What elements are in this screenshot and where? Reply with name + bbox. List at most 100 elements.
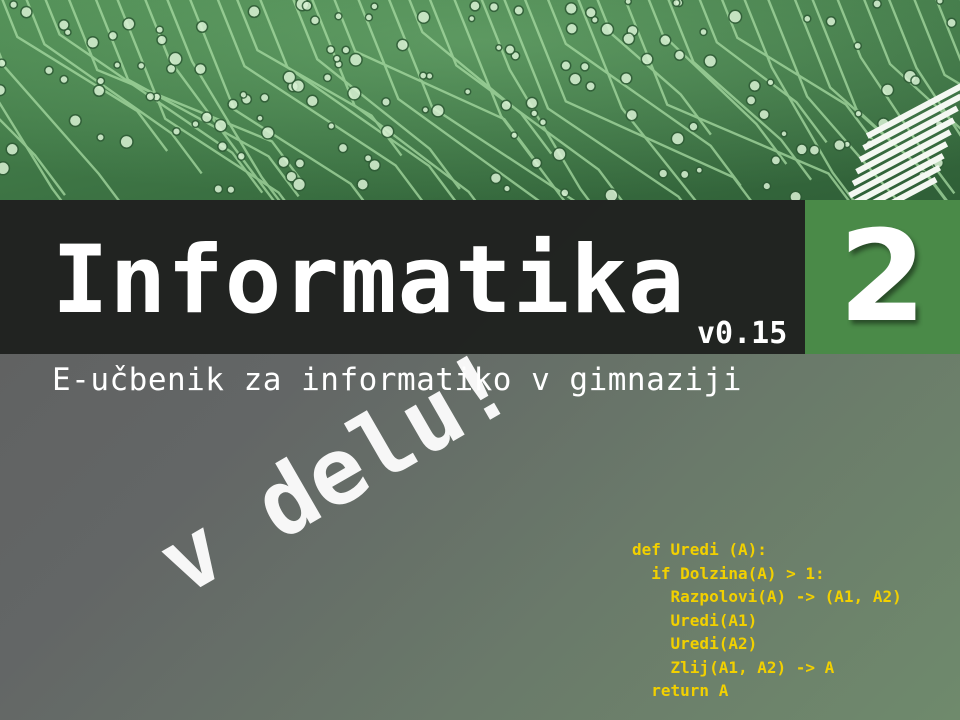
circuit-pad [584,6,597,19]
circuit-pad [256,114,264,122]
circuit-pad [560,60,572,72]
circuit-pad [745,95,757,106]
circuit-pad [672,0,681,8]
circuit-pad [579,61,590,72]
circuit-pad [625,108,639,122]
code-line: Uredi(A2) [632,634,758,653]
circuit-pad [86,35,100,50]
circuit-pad [119,134,134,149]
circuit-pad [92,84,106,98]
circuit-pad [326,44,336,55]
circuit-pad [679,169,690,180]
circuit-pad [168,51,183,67]
circuit-pad [622,32,636,46]
circuit-pad [619,71,633,85]
circuit-pad [695,166,704,175]
circuit-pad [585,80,596,92]
circuit-pad [463,87,472,96]
circuit-pad [364,13,374,22]
circuit-pad [538,118,548,127]
circuit-pad [624,0,633,6]
circuit-pad [825,15,837,27]
circuit-pad [9,0,19,10]
circuit-pad [795,143,808,156]
circuit-pad [5,142,19,157]
circuit-pad [659,34,672,47]
circuit-pad [699,27,708,37]
circuit-pad [495,43,503,52]
code-line: Razpolovi(A) -> (A1, A2) [632,587,902,606]
circuit-pad [291,79,306,93]
circuit-pad [122,17,136,31]
circuit-pad [137,61,146,70]
circuit-pad [213,118,228,133]
circuit-pad [107,30,119,41]
circuit-pad [600,22,615,37]
circuit-pad [780,130,788,138]
circuit-pad [96,76,106,86]
circuit-pad [260,125,275,140]
circuit-pad [96,133,105,142]
circuit-pad [748,79,761,93]
circuit-pad [808,144,821,156]
circuit-pad [381,97,391,107]
book-title: Informatika [52,226,686,335]
circuit-pad [935,0,944,6]
circuit-pad [236,151,246,161]
volume-number: 2 [838,203,927,350]
circuit-pad [504,44,516,56]
circuit-pad [789,190,803,200]
circuit-pad [145,91,156,102]
circuit-pad [0,83,7,97]
circuit-pad [292,177,307,192]
code-snippet: def Uredi (A): if Dolzina(A) > 1: Razpol… [632,538,902,703]
circuit-pad [194,62,207,76]
circuit-pad [872,0,882,9]
circuit-pad [337,142,349,154]
circuit-pad [43,65,54,76]
circuit-pad [227,98,239,111]
circuit-pad [688,121,699,132]
circuit-pad [658,168,669,179]
circuit-pad [728,9,743,24]
circuit-pad [68,113,82,128]
circuit-pad [171,126,182,137]
code-line: Uredi(A1) [632,610,758,630]
circuit-pad [530,157,543,169]
circuit-pad [155,25,165,35]
circuit-pad [758,108,770,121]
circuit-pad [239,90,248,99]
circuit-pad [0,161,11,176]
circuit-pad [301,0,313,12]
circuit-pad [416,10,431,25]
circuit-pad [327,122,336,131]
circuit-pad [833,138,846,152]
circuit-pad [277,155,290,169]
circuit-pad [370,2,379,11]
circuit-pad [489,171,503,185]
circuit-pad [467,14,476,23]
circuit-pad [854,109,863,118]
circuit-pad [356,178,370,191]
circuit-pad [762,181,772,191]
circuit-pad [670,131,685,146]
code-line: return A [632,681,729,700]
circuit-pad [510,131,519,140]
circuit-pad [332,54,342,63]
code-line: Zlij(A1, A2) -> A [632,657,835,677]
circuit-pad [363,153,373,163]
circuit-pad [195,20,209,34]
circuit-pad [421,106,430,114]
circuit-pad [640,52,654,66]
circuit-pad [309,15,321,26]
volume-number-box: 2 [805,200,960,354]
circuit-pad [20,5,33,19]
circuit-pad [396,38,410,52]
code-line: if Dolzina(A) > 1: [632,563,825,583]
circuit-pad [156,34,168,46]
circuit-pad [247,5,261,19]
circuit-pad [57,19,70,31]
circuit-pad [530,109,539,118]
circuit-pad [502,184,512,193]
circuit-pad [226,185,236,195]
